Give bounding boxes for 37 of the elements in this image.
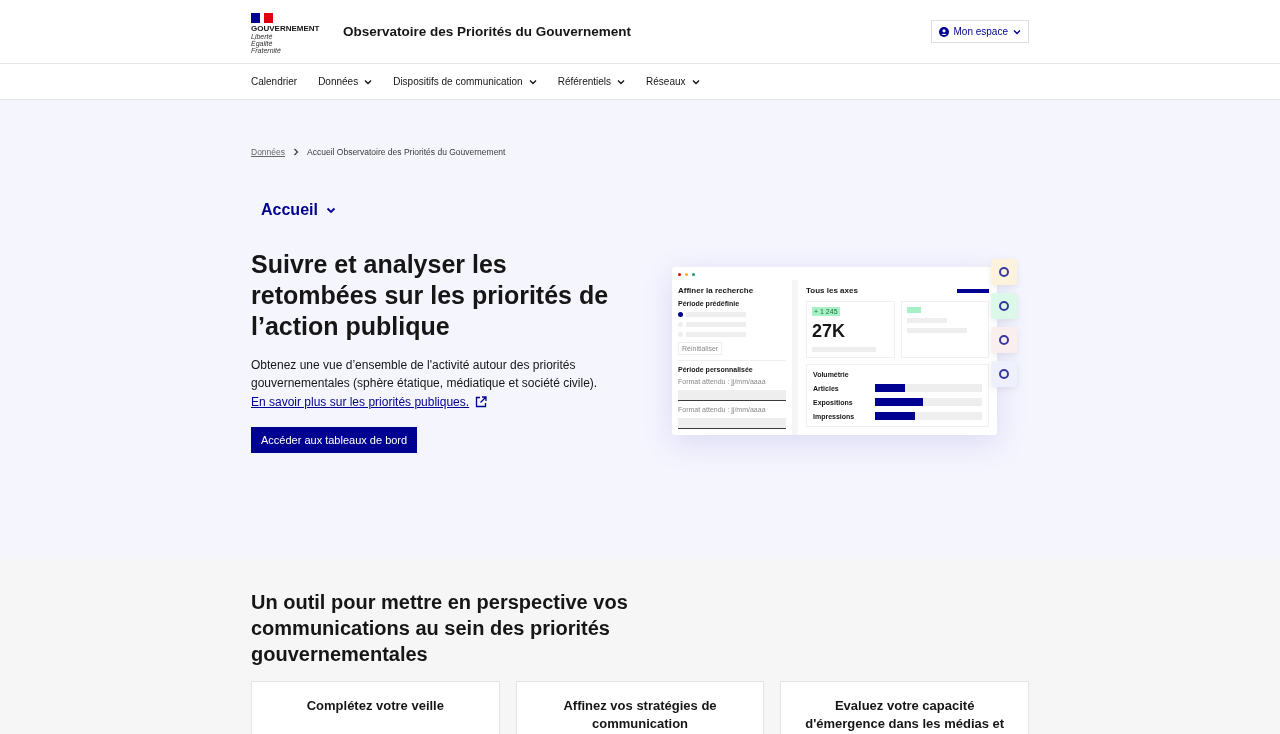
section-menu-button[interactable]: Accueil (261, 201, 336, 219)
date-field[interactable] (678, 390, 786, 401)
nav-item[interactable]: Réseaux (646, 76, 700, 87)
logo-text: GOUVERNEMENT (251, 24, 321, 33)
category-tile-icon (991, 327, 1017, 353)
dashboards-button[interactable]: Accéder aux tableaux de bord (251, 427, 418, 453)
chevron-icon (293, 148, 300, 156)
card-title: Complétez votre veille (306, 698, 444, 713)
caret-icon (325, 206, 336, 214)
button-placeholder (957, 288, 989, 293)
breadcrumb-item[interactable]: Données (251, 147, 286, 157)
category-tile-icon (991, 259, 1017, 285)
nav-item[interactable]: Référentiels (557, 76, 626, 87)
site-title[interactable]: Observatoire des Priorités du Gouvernement (343, 24, 931, 39)
card-title: Affinez vos stratégies de communication (563, 698, 717, 731)
hero-description: Obtenez une vue d’ensemble de l'activité autour des priorités gouvernementales (sphère étatique, médiatique et société civile). (251, 357, 599, 392)
section-title: Un outil pour mettre en perspective vos communications au sein des priorités gouvernementales (251, 590, 629, 667)
learn-more-link[interactable]: En savoir plus sur les priorités publiques. (251, 393, 488, 411)
panel-title: Affiner la recherche (678, 286, 755, 295)
window-dots-icon (678, 273, 695, 276)
radio-button[interactable] (678, 312, 683, 317)
account-button[interactable]: Mon espace (930, 20, 1029, 43)
panel-title: Tous les axes (806, 286, 858, 295)
external-link-icon (475, 396, 488, 408)
flag-icon (251, 13, 273, 23)
category-tile-icon (991, 293, 1017, 319)
user-icon (938, 26, 949, 37)
kpi-value: 27K (812, 321, 847, 342)
nav-item[interactable]: Calendrier (251, 76, 298, 87)
card-title: Evaluez votre capacité d'émergence dans les médias et (805, 698, 1005, 731)
caret-icon (1013, 28, 1021, 35)
breadcrumb-item: Accueil Observatoire des Priorités du Gouvernement (307, 147, 506, 157)
hero-title: Suivre et analyser les retombées sur les priorités de l’action publique (251, 249, 610, 342)
category-tile-icon (991, 361, 1017, 387)
nav-item[interactable]: Dispositifs de communication (393, 76, 537, 87)
nav-item[interactable]: Données (318, 76, 373, 87)
date-field[interactable] (678, 418, 786, 429)
